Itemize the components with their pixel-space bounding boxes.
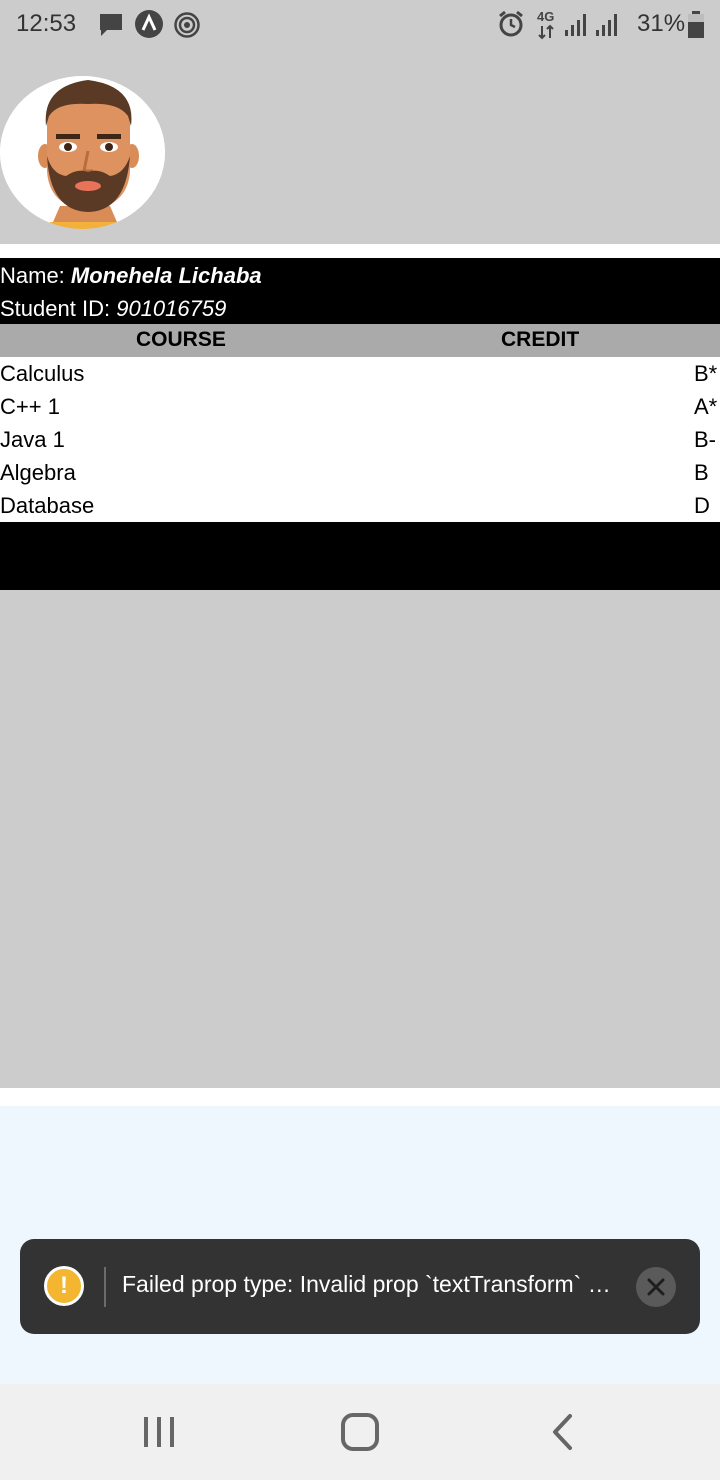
signal-icon — [565, 14, 586, 36]
hotspot-icon — [174, 12, 200, 38]
network-4g-label: 4G — [537, 9, 555, 24]
course-name: Database — [0, 493, 95, 518]
course-credit: A* — [694, 394, 718, 419]
course-credit: B* — [694, 361, 718, 386]
home-icon[interactable] — [338, 1410, 382, 1454]
table-row: Java 1 B- — [0, 423, 720, 456]
close-button[interactable] — [636, 1267, 676, 1307]
battery-icon — [688, 11, 704, 38]
student-info: Name: Monehela Lichaba Student ID: 90101… — [0, 258, 720, 324]
table-row: Calculus B* — [0, 357, 720, 390]
table-row: C++ 1 A* — [0, 390, 720, 423]
student-id-label: Student ID: — [0, 296, 111, 321]
close-icon — [647, 1278, 665, 1296]
student-name: Monehela Lichaba — [70, 263, 262, 288]
app-icon — [135, 10, 163, 38]
name-label: Name: — [0, 263, 65, 288]
course-name: Java 1 — [0, 427, 65, 452]
course-table: Calculus B* C++ 1 A* Java 1 B- Algebra B… — [0, 357, 720, 522]
column-header-course: COURSE — [136, 328, 226, 351]
course-name: C++ 1 — [0, 394, 60, 419]
course-credit: B- — [694, 427, 716, 452]
table-row: Database D — [0, 489, 720, 522]
battery-percent: 31% — [637, 10, 686, 37]
course-credit: D — [694, 493, 710, 518]
signal-icon — [596, 14, 617, 36]
toast-divider — [104, 1267, 106, 1307]
avatar-illustration — [0, 76, 165, 229]
back-icon[interactable] — [543, 1412, 583, 1452]
warning-icon: ! — [44, 1266, 84, 1306]
student-id-line: Student ID: 901016759 — [0, 295, 226, 323]
column-header-credit: CREDIT — [501, 328, 580, 351]
table-footer — [0, 522, 720, 590]
content-panel — [0, 590, 720, 1088]
warning-toast[interactable]: ! Failed prop type: Invalid prop `textTr… — [20, 1239, 700, 1334]
status-time: 12:53 — [16, 10, 77, 37]
toast-message: Failed prop type: Invalid prop `textTran… — [122, 1271, 611, 1297]
table-row: Algebra B — [0, 456, 720, 489]
recent-apps-icon[interactable] — [139, 1412, 179, 1452]
course-name: Algebra — [0, 460, 76, 485]
course-credit: B — [694, 460, 709, 485]
alarm-icon — [499, 10, 523, 37]
network-4g-icon — [538, 24, 554, 40]
student-name-line: Name: Monehela Lichaba — [0, 262, 262, 290]
table-header: COURSE CREDIT — [0, 324, 720, 357]
avatar — [0, 76, 165, 229]
course-name: Calculus — [0, 361, 85, 386]
message-icon — [100, 14, 122, 36]
student-id: 901016759 — [116, 296, 227, 321]
